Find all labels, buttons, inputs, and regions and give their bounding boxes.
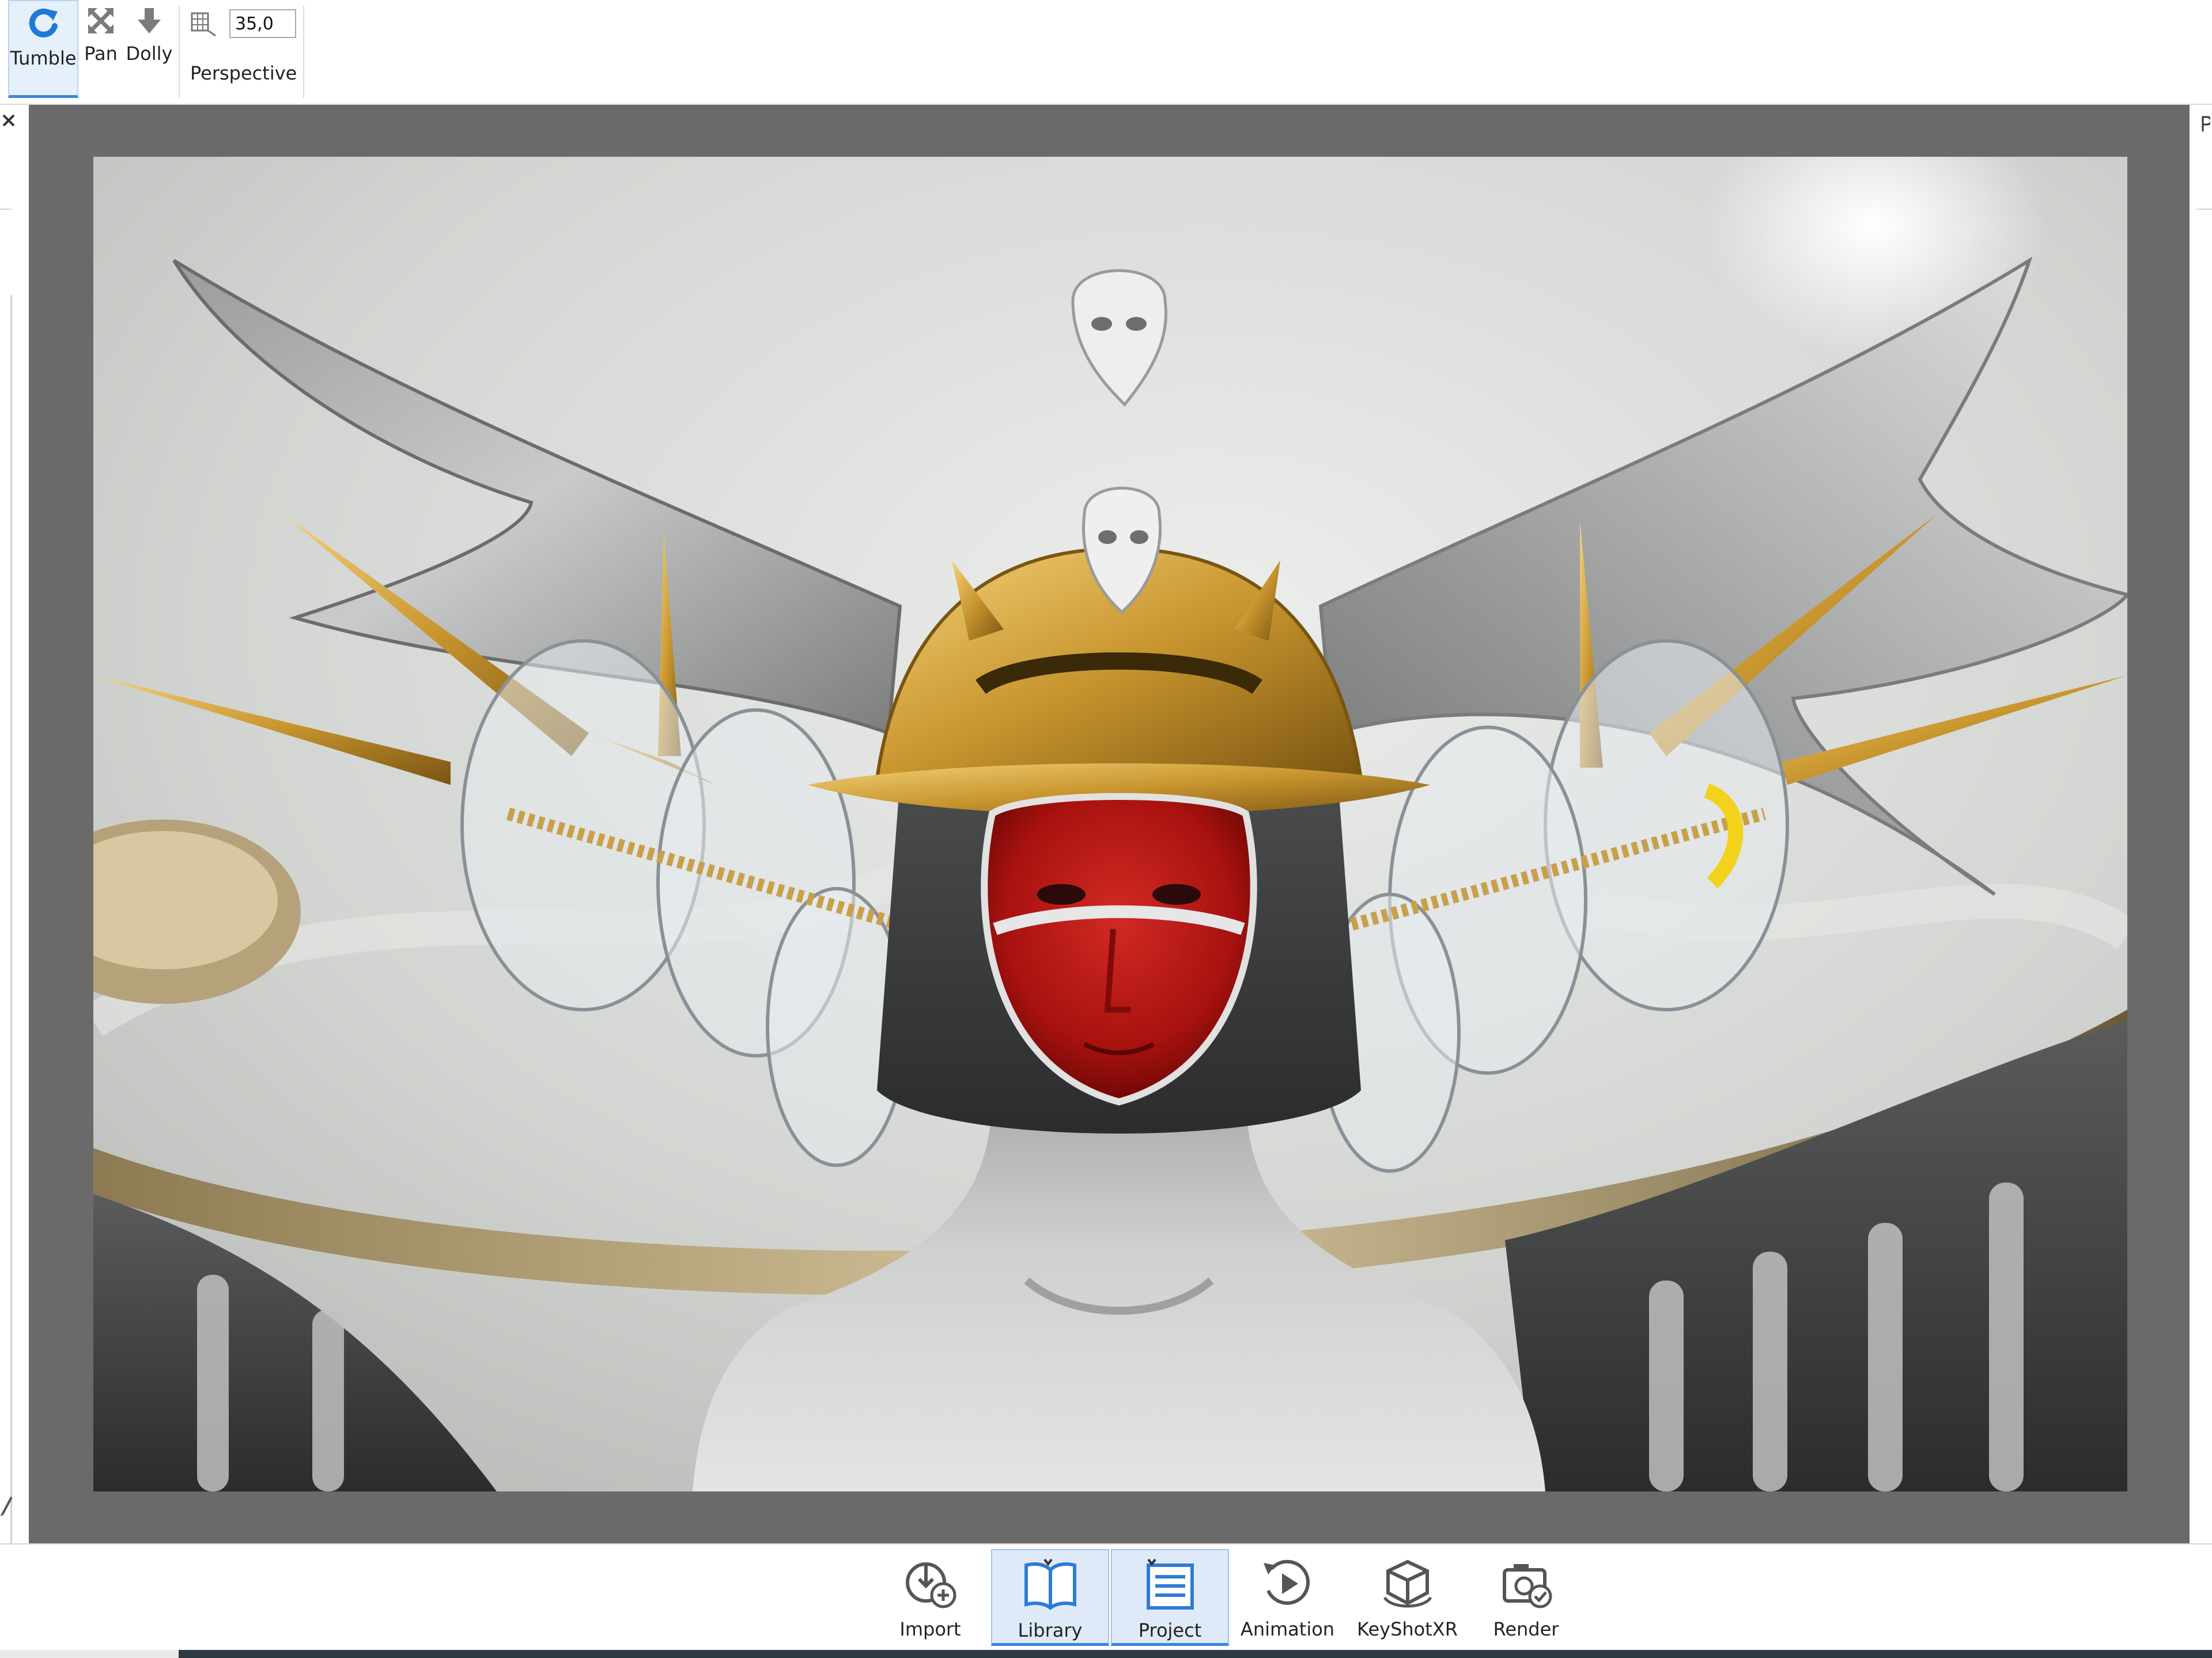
panel-divider [0, 209, 12, 210]
import-label: Import [899, 1618, 961, 1640]
panel-edge [10, 716, 12, 1580]
toolbar-separator [303, 6, 304, 98]
library-book-icon [1024, 1558, 1076, 1610]
panel-divider [2196, 209, 2212, 210]
right-panel-strip [2190, 105, 2212, 1543]
project-label: Project [1138, 1619, 1202, 1641]
pan-icon [88, 8, 114, 33]
library-label: Library [1018, 1619, 1083, 1641]
keyshotxr-button[interactable]: KeyShotXR [1348, 1549, 1466, 1646]
field-of-view-icon [191, 12, 216, 37]
edit-icon[interactable] [0, 1494, 14, 1517]
taskbar-dark-region [179, 1650, 2212, 1658]
left-panel-strip [0, 105, 29, 1580]
project-button[interactable]: Project [1111, 1549, 1229, 1646]
pan-label: Pan [84, 43, 118, 65]
project-list-icon [1146, 1558, 1194, 1610]
dolly-icon [138, 8, 161, 33]
pan-button[interactable]: Pan [81, 0, 121, 98]
render-label: Render [1493, 1618, 1559, 1640]
keyshotxr-cube-icon [1383, 1559, 1432, 1608]
import-button[interactable]: Import [871, 1549, 989, 1646]
panel-tab-icon[interactable] [2201, 115, 2210, 133]
render-button[interactable]: Render [1467, 1549, 1585, 1646]
library-button[interactable]: Library [991, 1549, 1109, 1646]
keyshotxr-label: KeyShotXR [1357, 1618, 1458, 1640]
view-toolbar: Tumble Pan Dolly Perspective [0, 0, 2212, 105]
animation-label: Animation [1240, 1618, 1335, 1640]
tumble-icon [29, 8, 58, 37]
dolly-button[interactable]: Dolly [124, 0, 174, 98]
toolbar-separator [179, 6, 180, 98]
main-ribbon: Import Library Project Animation KeyShot… [0, 1543, 2212, 1651]
field-of-view-input[interactable] [229, 9, 296, 38]
animation-button[interactable]: Animation [1228, 1549, 1347, 1646]
close-icon[interactable] [1, 113, 16, 128]
render-image[interactable] [93, 157, 2127, 1491]
tumble-button[interactable]: Tumble [8, 0, 78, 98]
animation-play-icon [1263, 1559, 1310, 1605]
tumble-label: Tumble [10, 47, 77, 69]
perspective-label: Perspective [190, 62, 297, 84]
import-icon [905, 1562, 956, 1608]
dolly-label: Dolly [126, 43, 173, 65]
render-viewport[interactable] [29, 105, 2190, 1543]
rendered-character-scene [93, 157, 2127, 1491]
render-camera-icon [1502, 1564, 1552, 1608]
